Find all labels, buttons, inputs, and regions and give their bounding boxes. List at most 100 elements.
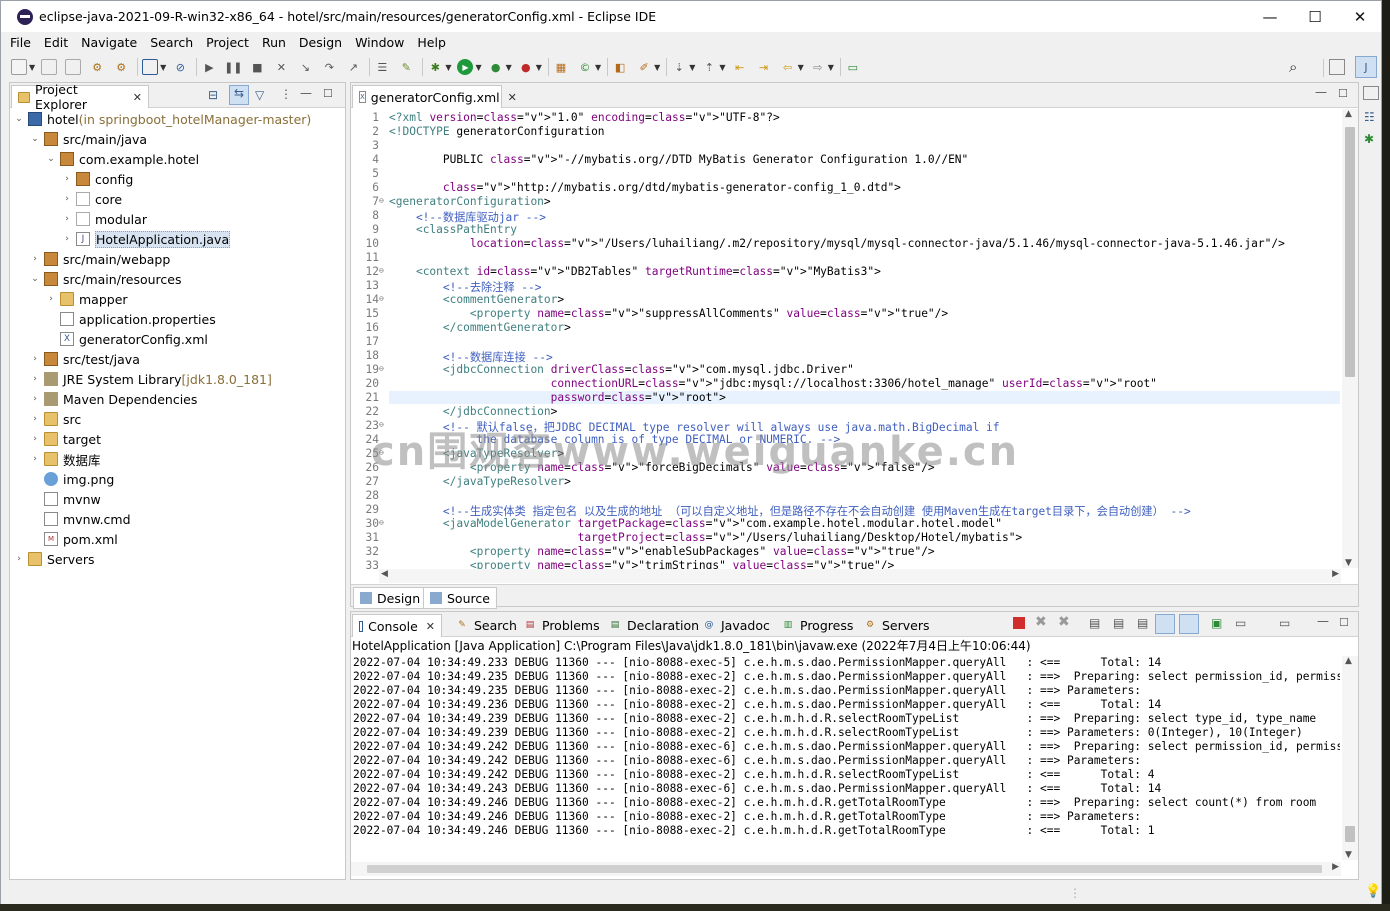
junit-icon[interactable]: ✱ (1364, 132, 1374, 146)
tree-item-src-test-java[interactable]: › src/test/java (30, 349, 140, 369)
view-menu-icon[interactable]: ⋮ (280, 87, 292, 101)
link-editor-icon[interactable]: ⇆ (229, 85, 249, 105)
terminate-icon[interactable] (1013, 617, 1025, 629)
tree-item-mvnw[interactable]: mvnw (30, 489, 101, 509)
outline-icon[interactable]: ☷ (1364, 110, 1375, 124)
tab-servers[interactable]: ⚙ Servers (857, 614, 936, 636)
fold-toggle-icon[interactable]: ⊖ (379, 196, 384, 205)
pin-editor-icon[interactable]: ▭ (845, 59, 861, 75)
console-output[interactable]: 2022-07-04 10:34:49.233 DEBUG 11360 --- … (353, 656, 1340, 838)
tab-javadoc[interactable]: @ Javadoc (696, 614, 776, 636)
tree-item-modular[interactable]: › modular (62, 209, 147, 229)
tab-design[interactable]: Design (353, 587, 428, 609)
tree-item-hotel[interactable]: ⌄ hotel (in springboot_hotelManager-maste… (14, 109, 311, 129)
tree-item-core[interactable]: › core (62, 189, 122, 209)
maximize-view-icon[interactable]: ☐ (1338, 87, 1348, 100)
filter-icon[interactable]: ▽ (255, 88, 264, 102)
fold-toggle-icon[interactable]: ⊖ (379, 266, 384, 275)
step-over-icon[interactable]: ↷ (321, 59, 337, 75)
close-window-button[interactable]: ✕ (1337, 1, 1383, 32)
save-all-icon[interactable] (65, 59, 82, 75)
fold-toggle-icon[interactable]: ⊖ (379, 294, 384, 303)
new-icon[interactable] (11, 59, 27, 75)
maximize-view-icon[interactable]: ☐ (1339, 616, 1349, 629)
show-on-stderr-icon[interactable] (1179, 614, 1199, 634)
menu-file[interactable]: File (10, 35, 31, 50)
debug-icon[interactable]: ✱ (427, 59, 443, 75)
tab-declaration[interactable]: ▤ Declaration (602, 614, 705, 636)
show-on-stdout-icon[interactable] (1155, 614, 1175, 634)
tree-item-jre-system-library[interactable]: › JRE System Library [jdk1.8.0_181] (30, 369, 272, 389)
open-type-icon[interactable]: ◧ (612, 59, 628, 75)
tree-item-application-properties[interactable]: application.properties (46, 309, 216, 329)
editor-vertical-scrollbar[interactable]: ▲ ▼ (1342, 109, 1358, 568)
remove-all-terminated-icon[interactable]: ✖ (1058, 614, 1070, 630)
tree-item-src-main-resources[interactable]: ⌄ src/main/resources (30, 269, 181, 289)
editor-horizontal-scrollbar[interactable]: ◀ ▶ (379, 569, 1341, 583)
open-console-icon[interactable]: ▭ (1279, 616, 1290, 630)
forward-edit-icon[interactable]: ⇥ (756, 59, 772, 75)
tree-item-pom-xml[interactable]: Mpom.xml (30, 529, 118, 549)
tree-item-servers[interactable]: › Servers (14, 549, 94, 569)
debug-config-icon[interactable]: ✎ (398, 59, 414, 75)
external-tools-icon[interactable]: ● (518, 59, 534, 75)
menu-help[interactable]: Help (417, 35, 446, 50)
tree-item-generatorconfig-xml[interactable]: XgeneratorConfig.xml (46, 329, 208, 349)
tree-item-img-png[interactable]: img.png (30, 469, 114, 489)
skip-breakpoints-icon[interactable]: ⊘ (172, 59, 188, 75)
save-icon[interactable] (41, 59, 58, 75)
tree-item-src-main-java[interactable]: ⌄ src/main/java (30, 129, 147, 149)
tip-icon[interactable]: 💡 (1365, 884, 1381, 899)
prev-annotation-icon[interactable]: ⇡ (701, 59, 717, 75)
console-horizontal-scrollbar[interactable]: ▶ (351, 862, 1341, 876)
menu-window[interactable]: Window (355, 35, 404, 50)
remove-launch-icon[interactable]: ✖ (1035, 614, 1047, 630)
close-icon[interactable]: ✕ (133, 91, 142, 104)
pin-console-icon[interactable]: ▣ (1211, 616, 1222, 630)
resume-icon[interactable]: ▶ (201, 59, 217, 75)
tab-progress[interactable]: ▥ Progress (775, 614, 859, 636)
disconnect-icon[interactable]: ✕ (273, 59, 289, 75)
next-annotation-icon[interactable]: ⇣ (671, 59, 687, 75)
menu-project[interactable]: Project (206, 35, 249, 50)
console-vertical-scrollbar[interactable]: ▲ ▼ (1342, 656, 1358, 860)
step-return-icon[interactable]: ↗ (345, 59, 361, 75)
tree-item-com-example-hotel[interactable]: ⌄ com.example.hotel (46, 149, 199, 169)
menu-design[interactable]: Design (299, 35, 342, 50)
run-icon[interactable]: ▶ (457, 59, 474, 75)
tree-item-hotelapplication-java[interactable]: › J HotelApplication.java (62, 229, 231, 249)
tree-item-mapper[interactable]: › mapper (46, 289, 127, 309)
open-perspective-icon[interactable] (1329, 59, 1345, 75)
tree-item-database[interactable]: › 数据库 (30, 449, 101, 469)
xml-source-editor[interactable]: 1 <?xml version=class="v">"1.0" encoding=… (351, 109, 1340, 588)
restore-icon[interactable] (1363, 86, 1379, 100)
close-icon[interactable]: ✕ (426, 620, 435, 633)
tab-source[interactable]: Source (423, 587, 497, 609)
terminal-icon[interactable] (142, 59, 159, 75)
step-into-icon[interactable]: ↘ (297, 59, 313, 75)
tab-project-explorer[interactable]: Project Explorer ✕ (11, 82, 149, 112)
clean-icon[interactable]: ⚙ (113, 59, 129, 75)
tree-item-mvnw-cmd[interactable]: mvnw.cmd (30, 509, 131, 529)
build-icon[interactable]: ⚙ (89, 59, 105, 75)
menu-search[interactable]: Search (150, 35, 193, 50)
tree-item-src[interactable]: › src (30, 409, 81, 429)
scroll-lock-icon[interactable]: ▤ (1113, 616, 1124, 630)
terminate-icon[interactable]: ■ (249, 59, 265, 75)
display-console-icon[interactable]: ▭ (1235, 616, 1246, 630)
word-wrap-icon[interactable]: ▤ (1137, 616, 1148, 630)
tab-generatorconfig-xml[interactable]: X generatorConfig.xml ✕ (352, 85, 517, 108)
java-perspective-icon[interactable]: J (1355, 56, 1377, 78)
tree-item-target[interactable]: › target (30, 429, 101, 449)
tree-item-config[interactable]: › config (62, 169, 133, 189)
forward-icon[interactable]: ⇨ (810, 59, 826, 75)
minimize-view-icon[interactable]: — (1315, 85, 1327, 99)
fold-toggle-icon[interactable]: ⊖ (379, 518, 384, 527)
search-icon[interactable]: ⌕ (1289, 58, 1297, 76)
coverage-icon[interactable]: ● (488, 59, 504, 75)
collapse-all-icon[interactable]: ⊟ (208, 88, 218, 102)
menu-edit[interactable]: Edit (44, 35, 68, 50)
tab-console[interactable]: Console ✕ (352, 614, 442, 637)
new-java-class-icon[interactable]: © (577, 59, 593, 75)
tab-search[interactable]: ✎ Search (449, 614, 523, 636)
